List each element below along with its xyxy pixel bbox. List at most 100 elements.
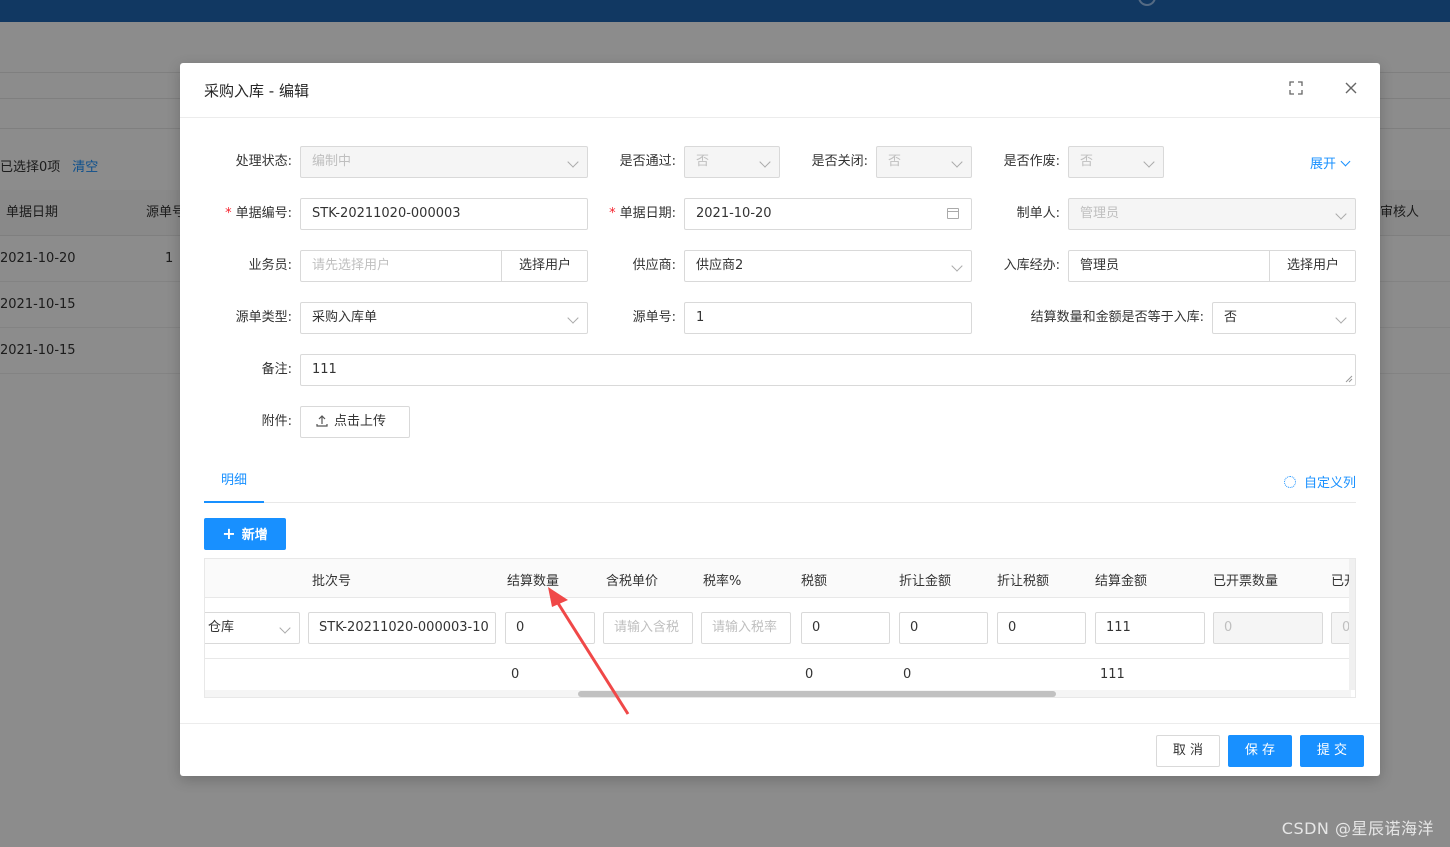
chevron-down-icon [1335,312,1347,324]
src-no-input[interactable]: 1 [684,302,972,334]
src-no-label: 源单号: [632,310,676,325]
col-discount: 折让金额 [899,574,952,589]
detail-tabs: 明细 自定义列 [204,465,1356,503]
col-tax: 税额 [801,574,828,589]
scrollbar-thumb[interactable] [578,691,1056,697]
purchase-inbound-edit-modal: 采购入库 - 编辑 处理状态: 编制中 是否通过: 否 是否关闭: 否 是否作废… [180,63,1380,776]
col-settle-amount: 结算金额 [1095,574,1148,589]
unit-price-placeholder: 请输入含税 [614,620,680,635]
salesman-placeholder: 请先选择用户 [312,258,391,273]
cancel-label: 取 消 [1172,743,1204,758]
settle-qty-input[interactable]: 0 [505,612,595,644]
col-tax-rate: 税率% [703,574,742,589]
submit-button[interactable]: 提 交 [1300,735,1364,767]
add-row-label: 新增 [241,528,268,543]
src-no-value: 1 [696,310,705,325]
invoiced-qty-input: 0 [1213,612,1323,644]
supplier-value: 供应商2 [696,258,744,273]
handler-input[interactable]: 管理员 选择用户 [1068,250,1356,282]
chevron-down-icon [279,622,291,634]
salesman-input[interactable]: 请先选择用户 选择用户 [300,250,588,282]
batch-no-value: STK-20211020-000003-10 [319,620,489,635]
tax-rate-input[interactable]: 请输入税率 [701,612,791,644]
closed-select[interactable]: 否 [876,146,972,178]
passed-select[interactable]: 否 [684,146,780,178]
salesman-label: 业务员: [248,258,292,273]
modal-header: 采购入库 - 编辑 [180,63,1380,118]
warehouse-value: 仓库 [208,620,235,635]
chevron-down-icon [1335,208,1347,220]
unit-price-input[interactable]: 请输入含税 [603,612,693,644]
upload-button[interactable]: 点击上传 [300,406,410,438]
bill-date-picker[interactable]: 2021-10-20 [684,198,972,230]
close-icon[interactable] [1342,81,1360,99]
settle-amount-value: 111 [1106,620,1131,635]
supplier-label: 供应商: [632,258,676,273]
modal-footer: 取 消 保 存 提 交 [180,723,1380,776]
resize-handle-icon[interactable] [1345,375,1353,383]
chevron-down-icon [1340,156,1351,167]
col-invoiced-qty: 已开票数量 [1213,574,1279,589]
salesman-select-user-button[interactable]: 选择用户 [501,251,587,281]
discount-tax-input[interactable]: 0 [997,612,1086,644]
custom-columns-label: 自定义列 [1303,476,1356,491]
bill-date-label-text: 单据日期: [619,206,676,221]
settle-eq-select[interactable]: 否 [1212,302,1356,334]
tab-detail-label: 明细 [220,473,247,488]
remark-textarea[interactable]: 111 [300,354,1356,386]
settle-amount-input[interactable]: 111 [1095,612,1205,644]
remark-value: 111 [312,362,337,377]
chevron-down-icon [1143,156,1155,168]
creator-select[interactable]: 管理员 [1068,198,1356,230]
invoiced-qty-value: 0 [1224,620,1233,635]
grid-horizontal-scrollbar[interactable] [205,690,1351,697]
chevron-down-icon [951,260,963,272]
tab-detail[interactable]: 明细 [204,465,264,503]
cancel-button[interactable]: 取 消 [1156,735,1220,767]
bill-no-value: STK-20211020-000003 [312,206,461,221]
gear-icon [1283,476,1296,488]
handler-value: 管理员 [1080,258,1120,273]
fullscreen-icon[interactable] [1287,81,1305,99]
voided-select[interactable]: 否 [1068,146,1164,178]
settle-qty-value: 0 [516,620,525,635]
supplier-select[interactable]: 供应商2 [684,250,972,282]
status-select[interactable]: 编制中 [300,146,588,178]
chevron-down-icon [567,156,579,168]
discount-input[interactable]: 0 [899,612,988,644]
handler-select-user-button[interactable]: 选择用户 [1269,251,1355,281]
tax-value: 0 [812,620,821,635]
src-type-value: 采购入库单 [312,310,378,325]
tax-input[interactable]: 0 [801,612,890,644]
closed-value: 否 [888,154,902,169]
handler-label: 入库经办: [1003,258,1060,273]
bill-no-input[interactable]: STK-20211020-000003 [300,198,588,230]
upload-label: 点击上传 [334,414,387,429]
table-row: 仓库 STK-20211020-000003-10 0 请输入含税 请输入税率 … [205,599,1355,659]
batch-no-input[interactable]: STK-20211020-000003-10 [308,612,496,644]
chevron-down-icon [951,156,963,168]
grid-vertical-scrollbar[interactable] [1349,559,1355,690]
col-discount-tax: 折让税额 [997,574,1050,589]
closed-label: 是否关闭: [811,154,868,169]
src-type-select[interactable]: 采购入库单 [300,302,588,334]
settle-eq-value: 否 [1224,310,1238,325]
src-type-label: 源单类型: [235,310,292,325]
warehouse-select[interactable]: 仓库 [205,612,300,644]
voided-value: 否 [1080,154,1094,169]
sum-tax: 0 [805,667,814,682]
settle-eq-label: 结算数量和金额是否等于入库: [1030,310,1204,325]
sum-settle-qty: 0 [511,667,520,682]
col-unit-price: 含税单价 [606,574,659,589]
plus-icon: + [222,524,236,543]
save-button[interactable]: 保 存 [1228,735,1292,767]
add-row-button[interactable]: + 新增 [204,518,286,550]
grid-header: 批次号 结算数量 含税单价 税率% 税额 折让金额 折让税额 结算金额 已开票数… [205,559,1355,598]
bill-no-label: * 单据编号: [225,206,292,221]
expand-toggle[interactable]: 展开 [1310,153,1351,172]
calendar-icon [947,208,959,219]
custom-columns-link[interactable]: 自定义列 [1283,472,1356,491]
bill-date-label: * 单据日期: [609,206,676,221]
discount-tax-value: 0 [1008,620,1017,635]
chevron-down-icon [759,156,771,168]
